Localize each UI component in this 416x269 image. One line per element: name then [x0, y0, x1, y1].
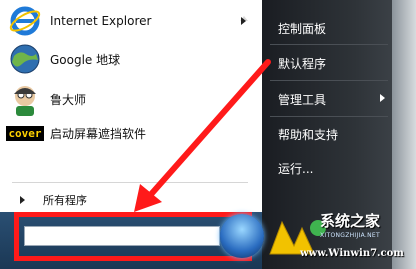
pinned-item-label: Internet Explorer: [50, 14, 152, 28]
internet-explorer-icon: [8, 4, 42, 38]
right-item-help-support[interactable]: 帮助和支持: [278, 126, 338, 143]
all-programs-label: 所有程序: [43, 194, 87, 207]
watermark-subtitle: XITONGZHIJIA.NET: [320, 232, 380, 239]
windows-start-orb-icon[interactable]: [220, 214, 264, 258]
menu-divider: [12, 182, 248, 183]
all-programs-button[interactable]: 所有程序: [8, 190, 87, 210]
pinned-item-google-earth[interactable]: Google 地球: [8, 42, 252, 76]
pinned-item-cover[interactable]: cover 启动屏幕遮挡软件: [6, 116, 252, 150]
right-item-run[interactable]: 运行...: [278, 160, 313, 177]
expand-arrow-icon: [20, 196, 25, 204]
submenu-arrow-icon: [380, 94, 385, 102]
ludashi-icon: [8, 82, 42, 116]
right-item-default-programs[interactable]: 默认程序: [278, 55, 326, 72]
google-earth-icon: [8, 42, 42, 76]
right-item-control-panel[interactable]: 控制面板: [278, 20, 326, 37]
menu-divider: [270, 116, 388, 117]
pinned-item-ludashi[interactable]: 鲁大师: [8, 82, 252, 116]
search-input[interactable]: [24, 226, 220, 246]
watermark-title: 系统之家: [320, 212, 381, 230]
watermark-url: www.Winwin7.com: [300, 248, 404, 259]
pinned-item-internet-explorer[interactable]: Internet Explorer: [8, 4, 252, 38]
window-edge: [392, 0, 416, 269]
menu-divider: [270, 44, 388, 45]
right-item-admin-tools[interactable]: 管理工具: [278, 91, 326, 108]
cover-app-icon: cover: [6, 116, 44, 150]
pinned-item-label: Google 地球: [50, 52, 121, 67]
pinned-item-label: 启动屏幕遮挡软件: [50, 126, 147, 141]
menu-divider: [270, 80, 388, 81]
submenu-arrow-icon: [241, 17, 246, 25]
pinned-item-label: 鲁大师: [50, 92, 87, 107]
cover-icon-text: cover: [6, 125, 44, 141]
